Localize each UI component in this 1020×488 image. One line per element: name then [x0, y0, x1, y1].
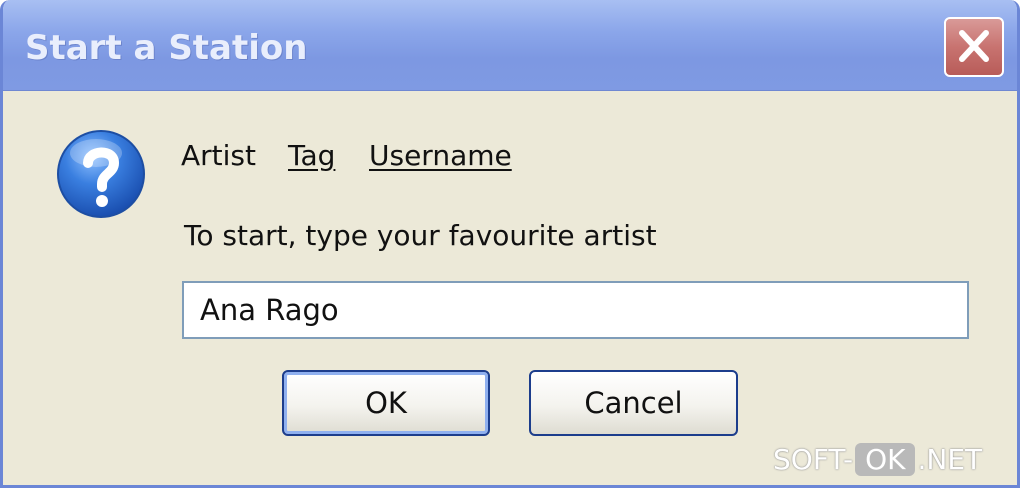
ok-button[interactable]: OK — [282, 370, 490, 436]
watermark-right: .NET — [917, 443, 983, 476]
cancel-button[interactable]: Cancel — [529, 370, 738, 436]
watermark-mid: OK — [855, 443, 916, 476]
question-icon — [57, 130, 145, 218]
close-icon — [959, 30, 989, 62]
window-title: Start a Station — [25, 28, 308, 68]
close-button[interactable] — [944, 17, 1004, 77]
watermark-left: SOFT- — [773, 443, 854, 476]
watermark: SOFT- OK .NET — [773, 443, 982, 483]
title-bar[interactable]: Start a Station — [3, 0, 1017, 91]
tab-artist[interactable]: Artist — [181, 139, 256, 172]
tab-username[interactable]: Username — [369, 139, 512, 172]
tab-tag[interactable]: Tag — [288, 139, 335, 172]
artist-input[interactable] — [182, 281, 969, 339]
prompt-label: To start, type your favourite artist — [184, 219, 657, 252]
start-station-dialog: Start a Station Artist Tag Username To s… — [0, 0, 1020, 488]
